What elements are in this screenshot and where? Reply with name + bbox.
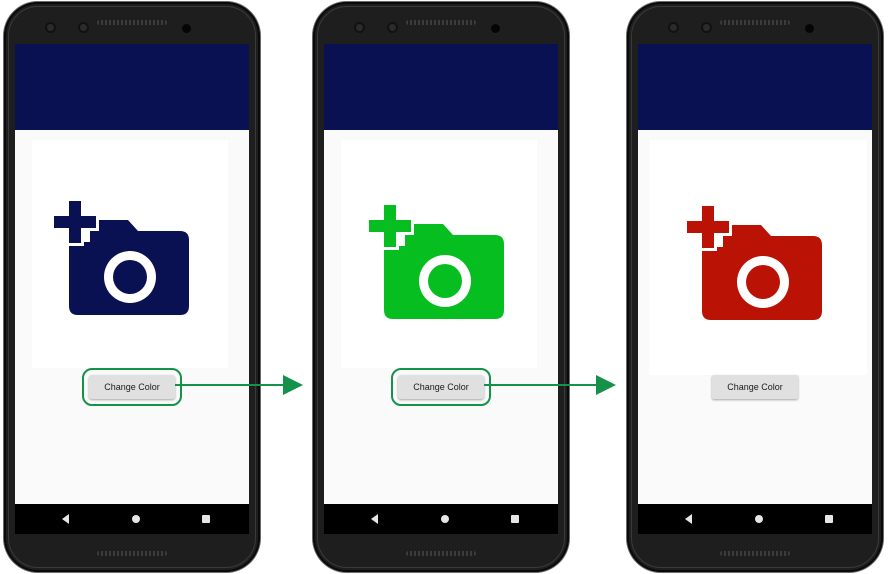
image-view [649, 140, 867, 375]
nav-back-icon[interactable] [62, 514, 69, 524]
add-a-photo-icon [684, 203, 822, 320]
nav-recent-icon[interactable] [825, 515, 833, 523]
front-camera-icon [354, 22, 365, 33]
flow-arrow-2 [484, 375, 616, 395]
proximity-sensor [805, 24, 814, 33]
front-camera-icon [387, 22, 398, 33]
nav-back-icon[interactable] [371, 514, 378, 524]
flow-arrow-1 [175, 375, 303, 395]
app-bar [15, 44, 249, 130]
app-bar [638, 44, 872, 130]
nav-recent-icon[interactable] [202, 515, 210, 523]
phone-third: Change Color [627, 2, 883, 572]
navigation-bar [324, 504, 558, 534]
nav-home-icon[interactable] [441, 515, 449, 523]
earpiece-speaker [97, 20, 167, 25]
phone-second: Change Color [313, 2, 569, 572]
nav-back-icon[interactable] [685, 514, 692, 524]
navigation-bar [15, 504, 249, 534]
screen: Change Color [324, 44, 558, 534]
front-camera-icon [78, 22, 89, 33]
nav-recent-icon[interactable] [511, 515, 519, 523]
add-a-photo-icon [51, 198, 189, 315]
nav-home-icon[interactable] [132, 515, 140, 523]
image-view [341, 140, 537, 368]
proximity-sensor [491, 24, 500, 33]
proximity-sensor [182, 24, 191, 33]
image-view [32, 140, 228, 368]
change-color-button[interactable]: Change Color [82, 368, 182, 406]
front-camera-icon [701, 22, 712, 33]
add-a-photo-icon [366, 202, 504, 319]
screen: Change Color [15, 44, 249, 534]
app-bar [324, 44, 558, 130]
earpiece-speaker [406, 20, 476, 25]
bottom-speaker [406, 551, 476, 556]
bottom-speaker [720, 551, 790, 556]
bottom-speaker [97, 551, 167, 556]
earpiece-speaker [720, 20, 790, 25]
screen: Change Color [638, 44, 872, 534]
change-color-button[interactable]: Change Color [712, 375, 798, 399]
navigation-bar [638, 504, 872, 534]
front-camera-icon [668, 22, 679, 33]
nav-home-icon[interactable] [755, 515, 763, 523]
change-color-button[interactable]: Change Color [391, 368, 491, 406]
phone-initial: Change Color [4, 2, 260, 572]
front-camera-icon [45, 22, 56, 33]
